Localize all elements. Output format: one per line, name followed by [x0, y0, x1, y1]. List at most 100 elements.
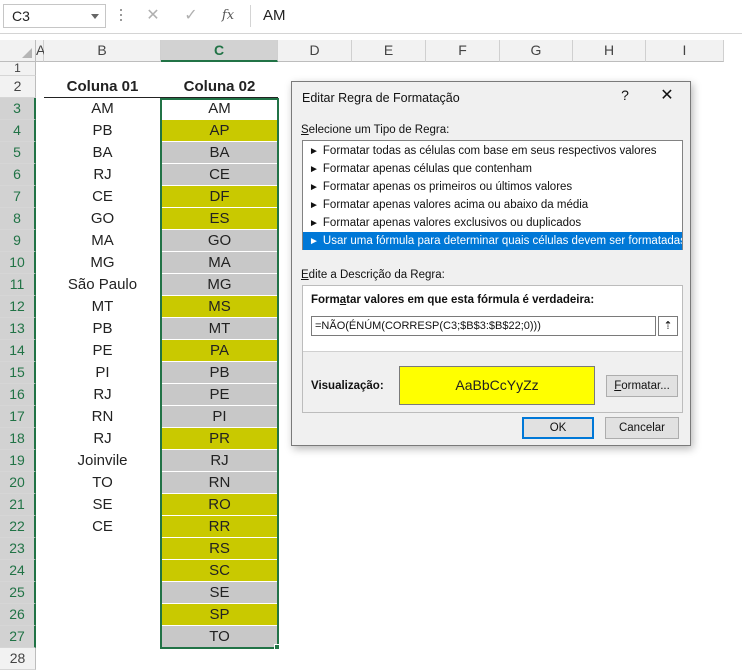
cell-b11[interactable]: São Paulo [44, 274, 161, 296]
cell-b9[interactable]: MA [44, 230, 161, 252]
rule-type-item[interactable]: ► Formatar todas as células com base em s… [303, 142, 682, 160]
cell-c20[interactable]: RN [161, 472, 278, 494]
row-header-16[interactable]: 16 [0, 384, 36, 406]
row-header-11[interactable]: 11 [0, 274, 36, 296]
cell-c16[interactable]: PE [161, 384, 278, 406]
formula-input[interactable]: =NÃO(ÉNÚM(CORRESP(C3;$B$3:$B$22;0))) [311, 316, 656, 336]
cell-c9[interactable]: GO [161, 230, 278, 252]
rule-type-item[interactable]: ► Formatar apenas valores acima ou abaixo… [303, 196, 682, 214]
cell-c26[interactable]: SP [161, 604, 278, 626]
cell-b4[interactable]: PB [44, 120, 161, 142]
cell-b19[interactable]: Joinvile [44, 450, 161, 472]
cell-c17[interactable]: PI [161, 406, 278, 428]
cell-c14[interactable]: PA [161, 340, 278, 362]
rule-type-list[interactable]: ► Formatar todas as células com base em s… [302, 140, 683, 250]
cell-b18[interactable]: RJ [44, 428, 161, 450]
drag-handle-icon[interactable] [119, 7, 123, 25]
cell-b7[interactable]: CE [44, 186, 161, 208]
row-header-3[interactable]: 3 [0, 98, 36, 120]
cell-c21[interactable]: RO [161, 494, 278, 516]
format-button[interactable]: Formatar... [606, 375, 678, 397]
row-header-23[interactable]: 23 [0, 538, 36, 560]
row-header-12[interactable]: 12 [0, 296, 36, 318]
column-header-d[interactable]: D [278, 40, 352, 62]
column-header-f[interactable]: F [426, 40, 500, 62]
cell-c5[interactable]: BA [161, 142, 278, 164]
cell-c4[interactable]: AP [161, 120, 278, 142]
name-box[interactable]: C3 [3, 4, 106, 28]
cell-c12[interactable]: MS [161, 296, 278, 318]
row-header-28[interactable]: 28 [0, 648, 36, 670]
cell-b5[interactable]: BA [44, 142, 161, 164]
cell-b6[interactable]: RJ [44, 164, 161, 186]
insert-function-icon[interactable]: fx [213, 4, 243, 28]
row-header-15[interactable]: 15 [0, 362, 36, 384]
help-icon[interactable]: ? [615, 87, 635, 103]
cell-c18[interactable]: PR [161, 428, 278, 450]
header-coluna-01[interactable]: Coluna 01 [44, 76, 161, 97]
cell-c3[interactable]: AM [161, 98, 278, 120]
enter-check-icon[interactable]: ✓ [176, 4, 206, 28]
cell-c25[interactable]: SE [161, 582, 278, 604]
row-header-2[interactable]: 2 [0, 76, 36, 98]
column-header-e[interactable]: E [352, 40, 426, 62]
cell-c27[interactable]: TO [161, 626, 278, 648]
rule-type-item[interactable]: ► Usar uma fórmula para determinar quais … [303, 232, 682, 250]
cell-c19[interactable]: RJ [161, 450, 278, 472]
row-header-24[interactable]: 24 [0, 560, 36, 582]
row-header-5[interactable]: 5 [0, 142, 36, 164]
cell-c10[interactable]: MA [161, 252, 278, 274]
cell-c7[interactable]: DF [161, 186, 278, 208]
cell-b8[interactable]: GO [44, 208, 161, 230]
cell-b15[interactable]: PI [44, 362, 161, 384]
row-header-7[interactable]: 7 [0, 186, 36, 208]
column-header-g[interactable]: G [500, 40, 573, 62]
row-header-13[interactable]: 13 [0, 318, 36, 340]
cell-b16[interactable]: RJ [44, 384, 161, 406]
cell-c11[interactable]: MG [161, 274, 278, 296]
close-icon[interactable]: ✕ [656, 85, 678, 105]
row-header-18[interactable]: 18 [0, 428, 36, 450]
formula-bar-input[interactable]: AM [263, 4, 286, 28]
row-header-27[interactable]: 27 [0, 626, 36, 648]
row-header-22[interactable]: 22 [0, 516, 36, 538]
cell-b22[interactable]: CE [44, 516, 161, 538]
column-header-b[interactable]: B [44, 40, 161, 62]
rule-type-item[interactable]: ► Formatar apenas células que contenham [303, 160, 682, 178]
cancel-icon[interactable]: ✕ [138, 4, 168, 28]
cell-c22[interactable]: RR [161, 516, 278, 538]
row-header-17[interactable]: 17 [0, 406, 36, 428]
column-header-a[interactable]: A [36, 40, 45, 62]
column-header-h[interactable]: H [573, 40, 646, 62]
cell-b20[interactable]: TO [44, 472, 161, 494]
cell-c15[interactable]: PB [161, 362, 278, 384]
cell-b14[interactable]: PE [44, 340, 161, 362]
cell-b3[interactable]: AM [44, 98, 161, 120]
cell-b17[interactable]: RN [44, 406, 161, 428]
cell-b21[interactable]: SE [44, 494, 161, 516]
ok-button[interactable]: OK [522, 417, 594, 439]
row-header-1[interactable]: 1 [0, 62, 36, 76]
header-coluna-02[interactable]: Coluna 02 [161, 76, 278, 97]
cell-c24[interactable]: SC [161, 560, 278, 582]
rule-type-item[interactable]: ► Formatar apenas os primeiros ou últimos… [303, 178, 682, 196]
column-header-c[interactable]: C [161, 40, 278, 62]
row-header-4[interactable]: 4 [0, 120, 36, 142]
cell-b10[interactable]: MG [44, 252, 161, 274]
row-header-6[interactable]: 6 [0, 164, 36, 186]
row-header-20[interactable]: 20 [0, 472, 36, 494]
row-header-25[interactable]: 25 [0, 582, 36, 604]
row-header-19[interactable]: 19 [0, 450, 36, 472]
row-header-21[interactable]: 21 [0, 494, 36, 516]
row-header-8[interactable]: 8 [0, 208, 36, 230]
row-header-10[interactable]: 10 [0, 252, 36, 274]
collapse-dialog-icon[interactable]: ⇡ [658, 316, 678, 336]
row-header-26[interactable]: 26 [0, 604, 36, 626]
cell-c6[interactable]: CE [161, 164, 278, 186]
rule-type-item[interactable]: ► Formatar apenas valores exclusivos ou d… [303, 214, 682, 232]
cell-b13[interactable]: PB [44, 318, 161, 340]
fill-handle[interactable] [274, 644, 280, 650]
column-header-i[interactable]: I [646, 40, 724, 62]
cell-c23[interactable]: RS [161, 538, 278, 560]
cell-c13[interactable]: MT [161, 318, 278, 340]
